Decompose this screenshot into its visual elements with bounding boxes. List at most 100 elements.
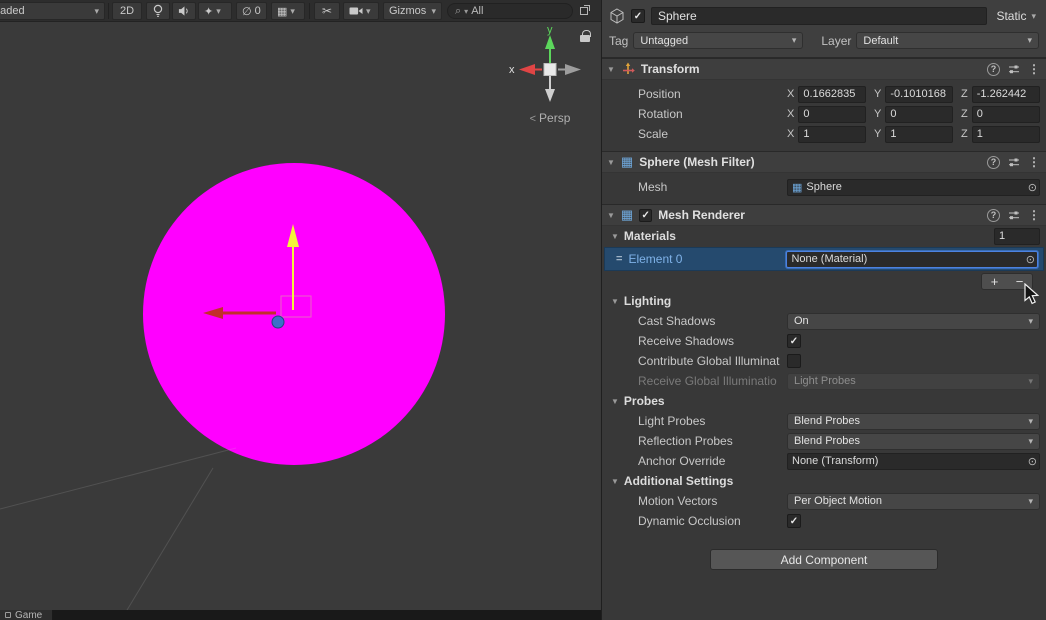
reflection-probes-dropdown[interactable]: Blend Probes ▾ xyxy=(787,432,1040,450)
help-icon[interactable]: ? xyxy=(987,208,1000,222)
gizmo-neg-x-arrowhead[interactable] xyxy=(565,64,581,75)
add-component-button[interactable]: Add Component xyxy=(710,549,938,570)
foldout-icon[interactable]: ▼ xyxy=(611,297,619,306)
anchor-override-label[interactable]: Anchor Override xyxy=(638,454,787,468)
layer-dropdown[interactable]: Default ▾ xyxy=(856,32,1039,49)
help-icon[interactable]: ? xyxy=(987,62,1000,76)
menu-icon[interactable]: ⋮ xyxy=(1028,155,1040,169)
foldout-icon[interactable]: ▼ xyxy=(611,397,619,406)
material-element-row[interactable]: = Element 0 None (Material) ⊙ xyxy=(604,247,1044,271)
presets-icon[interactable] xyxy=(1008,63,1020,75)
receive-shadows-checkbox[interactable]: ✓ xyxy=(787,334,801,348)
gizmos-dropdown[interactable]: Gizmos ▾ xyxy=(383,2,442,20)
menu-icon[interactable]: ⋮ xyxy=(1028,62,1040,76)
foldout-icon[interactable]: ▼ xyxy=(607,65,615,74)
scale-label[interactable]: Scale xyxy=(638,127,787,141)
scene-tools-button[interactable]: ✂ xyxy=(314,2,340,20)
rotation-z-field[interactable]: 0 xyxy=(971,105,1040,123)
motion-vectors-dropdown[interactable]: Per Object Motion ▾ xyxy=(787,492,1040,510)
receive-shadows-label[interactable]: Receive Shadows xyxy=(638,334,787,348)
2d-toggle-button[interactable]: 2D xyxy=(112,2,142,20)
position-y-field[interactable]: -0.1010168 xyxy=(885,85,953,103)
scale-x-field[interactable]: 1 xyxy=(798,125,866,143)
probes-label: Probes xyxy=(623,394,665,408)
mesh-renderer-enabled-checkbox[interactable]: ✓ xyxy=(639,208,653,222)
tab-game[interactable]: Game xyxy=(0,610,54,620)
material-object-field[interactable]: None (Material) ⊙ xyxy=(786,250,1038,268)
scene-view: haded ▾ 2D ✦ ▾ ∅ 0 ▦ ▾ xyxy=(0,0,601,620)
cast-shadows-label[interactable]: Cast Shadows xyxy=(638,314,787,328)
active-checkbox[interactable]: ✓ xyxy=(631,9,645,23)
position-z-field[interactable]: -1.262442 xyxy=(971,85,1040,103)
chevron-down-icon: ▾ xyxy=(94,5,99,16)
grid-icon: ▦ xyxy=(277,5,288,18)
object-picker-icon[interactable]: ⊙ xyxy=(1028,181,1037,194)
position-x-field[interactable]: 0.1662835 xyxy=(798,85,866,103)
rotation-label[interactable]: Rotation xyxy=(638,107,787,121)
gizmo-y-arrowhead[interactable] xyxy=(545,35,555,49)
object-picker-icon[interactable]: ⊙ xyxy=(1028,455,1037,468)
chevron-down-icon: ▾ xyxy=(1027,35,1032,45)
drag-handle-icon[interactable]: = xyxy=(616,253,622,265)
materials-foldout[interactable]: ▼ Materials 1 xyxy=(602,226,1046,246)
gizmo-neg-y-arrowhead[interactable] xyxy=(545,89,555,102)
mesh-filter-header[interactable]: ▼ ▦ Sphere (Mesh Filter) ? ⋮ xyxy=(602,151,1046,173)
scene-audio-toggle[interactable] xyxy=(172,2,196,20)
foldout-icon[interactable]: ▼ xyxy=(607,211,615,220)
z-axis-label: Z xyxy=(961,88,968,100)
gizmo-center-cube[interactable] xyxy=(543,63,557,76)
gameobject-cube-icon[interactable] xyxy=(609,8,625,24)
lock-icon[interactable] xyxy=(580,30,591,42)
scene-camera-dropdown[interactable]: ▾ xyxy=(343,2,379,20)
dynamic-occlusion-label[interactable]: Dynamic Occlusion xyxy=(638,514,787,528)
anchor-override-field[interactable]: None (Transform) ⊙ xyxy=(787,452,1040,470)
foldout-icon[interactable]: ▼ xyxy=(607,158,615,167)
scale-z-field[interactable]: 1 xyxy=(971,125,1040,143)
menu-icon[interactable]: ⋮ xyxy=(1028,208,1040,222)
gameobject-name-field[interactable]: Sphere xyxy=(651,7,988,25)
add-material-button[interactable]: + xyxy=(982,274,1007,289)
light-probes-label[interactable]: Light Probes xyxy=(638,414,787,428)
lighting-foldout[interactable]: ▼ Lighting xyxy=(602,291,1046,311)
rotation-x-field[interactable]: 0 xyxy=(798,105,866,123)
static-dropdown[interactable]: Static ▾ xyxy=(993,9,1039,23)
anchor-override-value: None (Transform) xyxy=(792,455,879,467)
object-picker-icon[interactable]: ⊙ xyxy=(1026,253,1035,266)
motion-vectors-label[interactable]: Motion Vectors xyxy=(638,494,787,508)
popout-button[interactable] xyxy=(579,4,591,19)
mesh-renderer-header[interactable]: ▼ ▦ ✓ Mesh Renderer ? ⋮ xyxy=(602,204,1046,226)
position-label[interactable]: Position xyxy=(638,87,787,101)
probes-foldout[interactable]: ▼ Probes xyxy=(602,391,1046,411)
mesh-object-field[interactable]: ▦ Sphere ⊙ xyxy=(787,178,1040,196)
transform-header[interactable]: ▼ Transform ? ⋮ xyxy=(602,58,1046,80)
scene-lighting-toggle[interactable] xyxy=(146,2,170,20)
tag-dropdown[interactable]: Untagged ▾ xyxy=(633,32,804,49)
sphere-object[interactable] xyxy=(143,163,445,465)
mesh-label[interactable]: Mesh xyxy=(638,180,787,194)
foldout-icon[interactable]: ▼ xyxy=(611,477,619,486)
rotation-y-field[interactable]: 0 xyxy=(885,105,953,123)
scene-visibility-button[interactable]: ∅ 0 xyxy=(236,2,267,20)
scene-effects-dropdown[interactable]: ✦ ▾ xyxy=(198,2,232,20)
motion-vectors-row: Motion Vectors Per Object Motion ▾ xyxy=(602,491,1046,511)
presets-icon[interactable] xyxy=(1008,209,1020,221)
foldout-icon[interactable]: ▼ xyxy=(611,232,619,241)
help-icon[interactable]: ? xyxy=(987,155,1000,169)
materials-count-field[interactable]: 1 xyxy=(994,227,1040,245)
gizmo-x-arrowhead[interactable] xyxy=(519,64,535,75)
contribute-gi-checkbox[interactable] xyxy=(787,354,801,368)
cast-shadows-dropdown[interactable]: On ▾ xyxy=(787,312,1040,330)
projection-label[interactable]: < Persp xyxy=(505,111,595,125)
shading-mode-dropdown[interactable]: haded ▾ xyxy=(0,2,105,20)
additional-settings-foldout[interactable]: ▼ Additional Settings xyxy=(602,471,1046,491)
2d-label: 2D xyxy=(119,5,135,17)
material-list-footer: + − xyxy=(602,271,1046,291)
dynamic-occlusion-checkbox[interactable]: ✓ xyxy=(787,514,801,528)
light-probes-dropdown[interactable]: Blend Probes ▾ xyxy=(787,412,1040,430)
scene-search-input[interactable]: ⌕ ▾ All xyxy=(447,3,573,19)
reflection-probes-label[interactable]: Reflection Probes xyxy=(638,434,787,448)
scale-y-field[interactable]: 1 xyxy=(885,125,953,143)
grid-visibility-dropdown[interactable]: ▦ ▾ xyxy=(271,2,305,20)
presets-icon[interactable] xyxy=(1008,156,1020,168)
contribute-gi-label[interactable]: Contribute Global Illuminat xyxy=(638,354,787,368)
